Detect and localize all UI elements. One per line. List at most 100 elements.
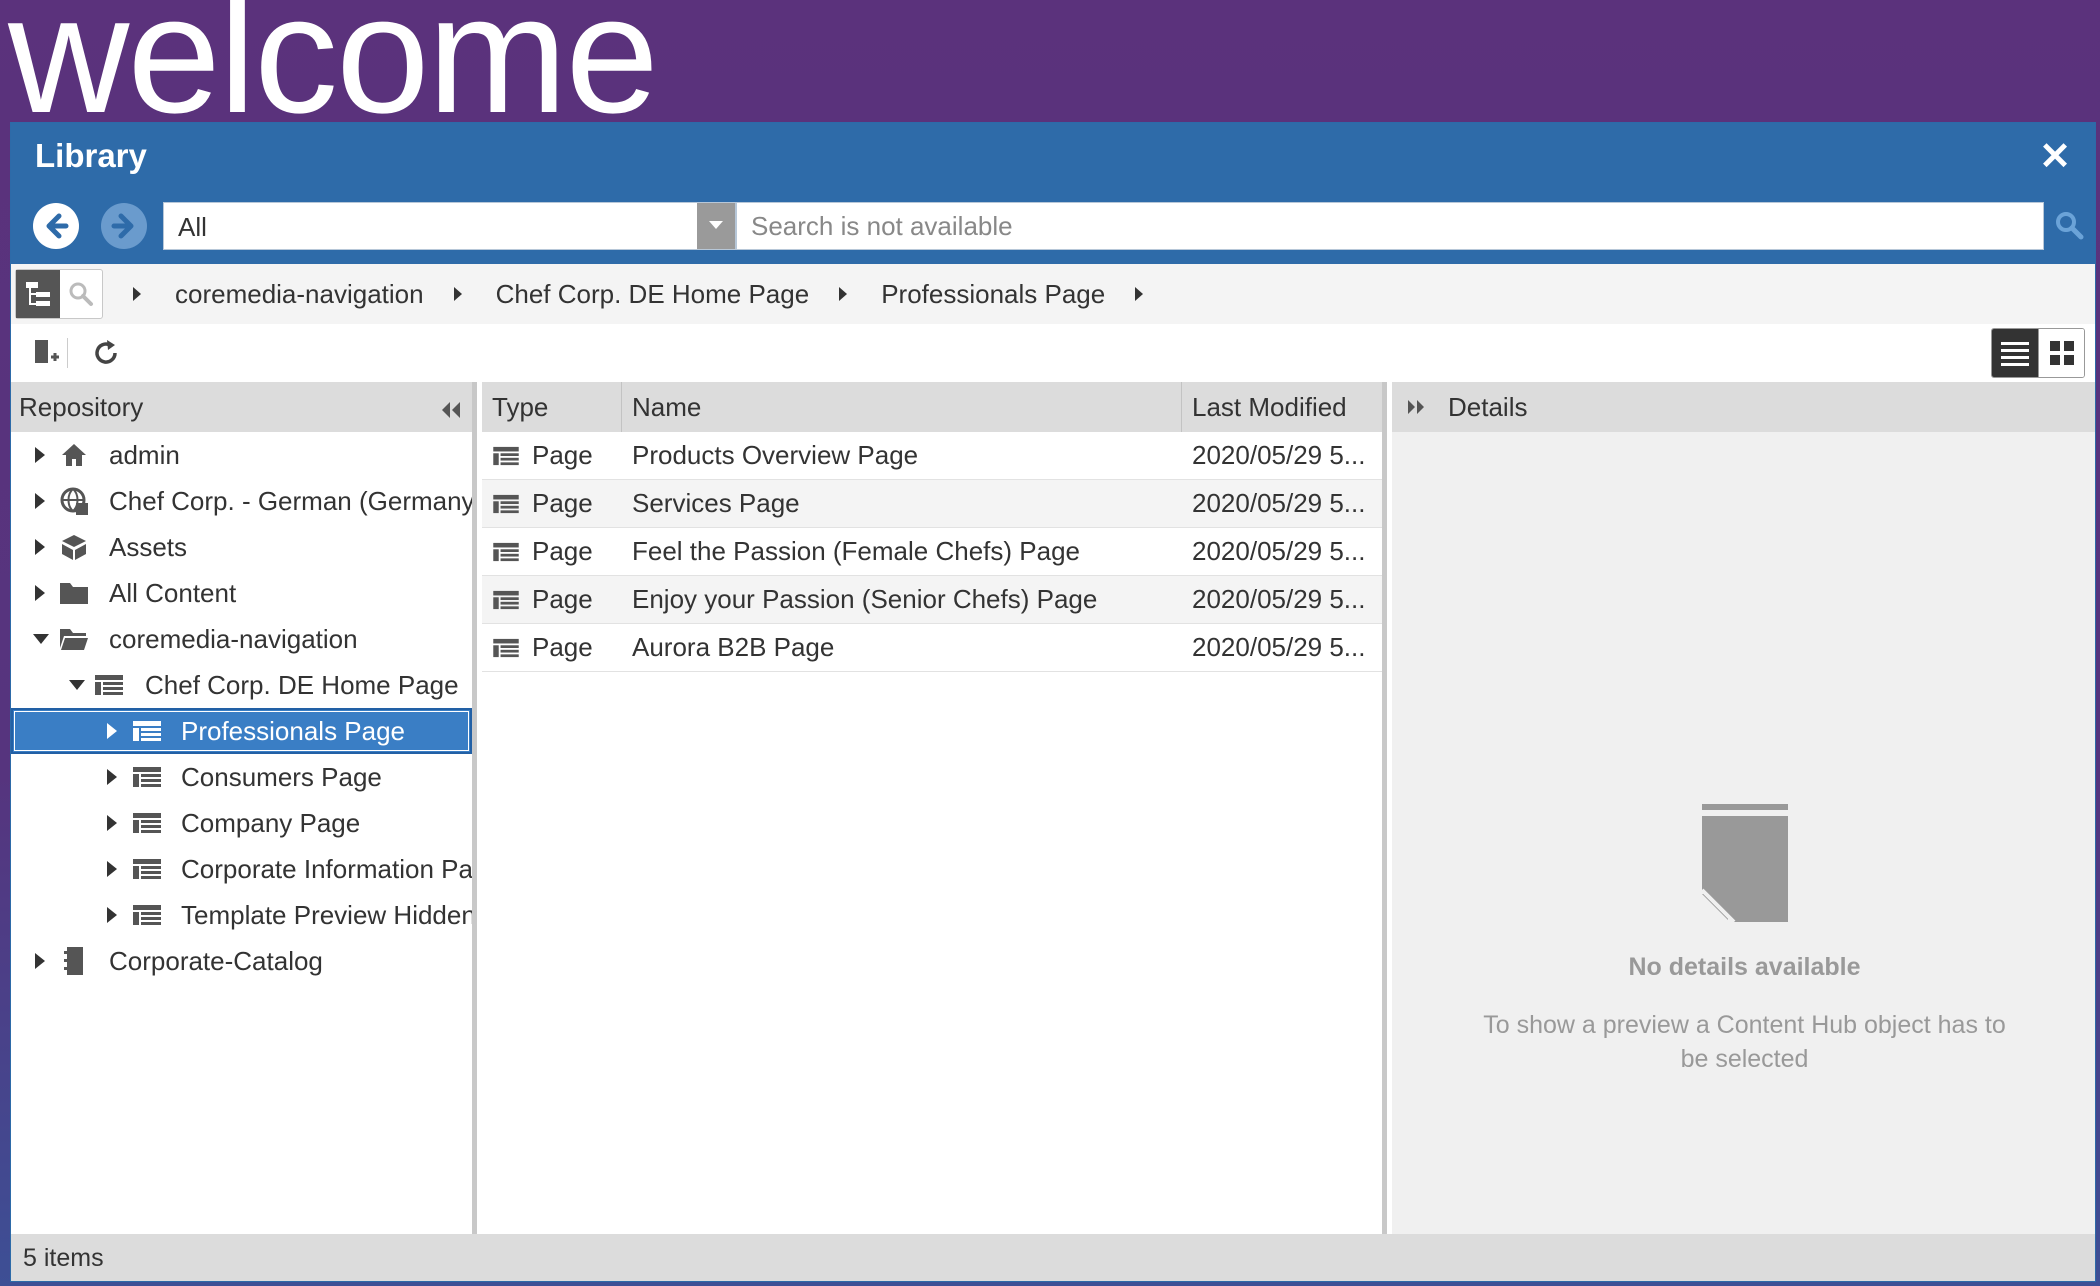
close-button[interactable]: ✕ <box>2037 138 2073 176</box>
tree-item-label: Company Page <box>181 807 361 838</box>
row-modified: 2020/05/29 5... <box>1192 536 1366 566</box>
expand-right-icon[interactable] <box>1406 398 1426 416</box>
breadcrumb-bar: coremedia-navigation Chef Corp. DE Home … <box>11 264 2095 324</box>
repository-title: Repository <box>19 391 144 422</box>
tree-item-site[interactable]: Chef Corp. - German (Germany) <box>11 478 472 524</box>
expand-icon[interactable] <box>35 585 45 601</box>
tree-item-home-page[interactable]: Chef Corp. DE Home Page <box>11 662 472 708</box>
row-type: Page <box>532 488 593 518</box>
folder-icon <box>58 578 90 608</box>
expand-icon[interactable] <box>107 861 117 877</box>
no-details-text: To show a preview a Content Hub object h… <box>1483 1011 2006 1073</box>
collapse-icon[interactable] <box>33 634 49 644</box>
table-row[interactable]: Page Services Page 2020/05/29 5... <box>482 480 1382 528</box>
page-icon <box>131 808 163 838</box>
details-panel: Details No details available To show a p… <box>1392 382 2095 1234</box>
tree-item-label: Chef Corp. - German (Germany) <box>109 485 472 516</box>
library-header: Library ✕ All <box>11 123 2095 264</box>
tree-item-consumers-page[interactable]: Consumers Page <box>11 754 472 800</box>
page-icon <box>131 762 163 792</box>
tree-item-corporate-information-page[interactable]: Corporate Information Page <box>11 846 472 892</box>
table-row[interactable]: Page Feel the Passion (Female Chefs) Pag… <box>482 528 1382 576</box>
toolbar-divider <box>67 338 68 368</box>
tree-item-label: Assets <box>109 531 188 562</box>
status-bar: 5 items <box>11 1234 2095 1281</box>
box-icon <box>58 532 90 562</box>
page-icon <box>493 494 519 513</box>
details-header: Details <box>1392 382 2095 432</box>
breadcrumb-root[interactable] <box>133 287 175 301</box>
content-list-panel: Type Name Last Modified Page Products Ov… <box>482 382 1387 1234</box>
expand-icon[interactable] <box>107 907 117 923</box>
expand-icon[interactable] <box>35 539 45 555</box>
tree-item-template-preview-hidden[interactable]: Template Preview Hidden <box>11 892 472 938</box>
page-icon <box>493 542 519 561</box>
forward-button[interactable] <box>101 203 147 249</box>
page-icon <box>493 638 519 657</box>
back-button[interactable] <box>33 203 79 249</box>
page-icon <box>493 590 519 609</box>
breadcrumb-item[interactable]: Professionals Page <box>881 279 1177 310</box>
tree-item-label: coremedia-navigation <box>109 623 358 654</box>
arrow-left-icon <box>46 213 69 239</box>
caret-right-icon <box>1135 287 1144 301</box>
view-mode-toggle <box>1991 328 2085 378</box>
breadcrumb: coremedia-navigation Chef Corp. DE Home … <box>133 264 1177 324</box>
toolbar <box>11 324 2095 382</box>
tree-item-label: Professionals Page <box>181 715 406 746</box>
row-name: Enjoy your Passion (Senior Chefs) Page <box>632 584 1098 614</box>
arrow-right-icon <box>111 213 134 239</box>
breadcrumb-item[interactable]: coremedia-navigation <box>175 279 496 310</box>
collapse-left-icon[interactable] <box>440 396 462 427</box>
tree-item-coremedia-navigation[interactable]: coremedia-navigation <box>11 616 472 662</box>
repository-header: Repository <box>11 382 472 432</box>
tree-item-corporate-catalog[interactable]: Corporate-Catalog <box>11 938 472 984</box>
column-type[interactable]: Type <box>482 382 622 432</box>
tree-mode-button[interactable] <box>16 270 60 318</box>
table-row[interactable]: Page Aurora B2B Page 2020/05/29 5... <box>482 624 1382 672</box>
expand-icon[interactable] <box>35 953 45 969</box>
tree-item-admin[interactable]: admin <box>11 432 472 478</box>
tree-item-label: admin <box>109 439 180 470</box>
table-row[interactable]: Page Enjoy your Passion (Senior Chefs) P… <box>482 576 1382 624</box>
expand-icon[interactable] <box>107 723 117 739</box>
grid-view-button[interactable] <box>2038 329 2084 377</box>
expand-icon[interactable] <box>35 493 45 509</box>
list-view-button[interactable] <box>1992 329 2038 377</box>
row-modified: 2020/05/29 5... <box>1192 440 1366 470</box>
search-input[interactable] <box>737 203 2043 249</box>
collapse-icon[interactable] <box>69 680 85 690</box>
tree-item-professionals-page[interactable]: Professionals Page <box>11 708 472 754</box>
details-title: Details <box>1448 391 1528 422</box>
search-button[interactable] <box>2051 207 2087 243</box>
tree-item-all-content[interactable]: All Content <box>11 570 472 616</box>
refresh-button[interactable] <box>87 334 125 372</box>
tree-item-company-page[interactable]: Company Page <box>11 800 472 846</box>
row-type: Page <box>532 584 593 614</box>
page-icon <box>131 900 163 930</box>
tree-item-label: All Content <box>109 577 237 608</box>
row-type: Page <box>532 536 593 566</box>
list-icon <box>2001 342 2029 366</box>
breadcrumb-item[interactable]: Chef Corp. DE Home Page <box>496 279 882 310</box>
column-name[interactable]: Name <box>622 382 1182 432</box>
search-mode-button[interactable] <box>60 270 102 318</box>
new-content-button[interactable] <box>27 334 65 372</box>
expand-icon[interactable] <box>107 815 117 831</box>
row-modified: 2020/05/29 5... <box>1192 632 1366 662</box>
mode-toggle <box>15 269 103 319</box>
new-document-icon <box>35 340 59 363</box>
library-window: Library ✕ All Search is not available co… <box>10 122 2096 1282</box>
table-row[interactable]: Page Products Overview Page 2020/05/29 5… <box>482 432 1382 480</box>
type-filter-select[interactable]: All <box>163 202 736 250</box>
refresh-icon <box>95 340 117 364</box>
folder-open-icon <box>58 624 90 654</box>
search-icon <box>2056 212 2084 240</box>
column-last-modified[interactable]: Last Modified <box>1182 382 1382 432</box>
caret-right-icon <box>453 287 462 301</box>
expand-icon[interactable] <box>35 447 45 463</box>
tree-item-assets[interactable]: Assets <box>11 524 472 570</box>
expand-icon[interactable] <box>107 769 117 785</box>
chevron-down-icon[interactable] <box>697 203 735 249</box>
type-filter-value: All <box>178 212 207 242</box>
